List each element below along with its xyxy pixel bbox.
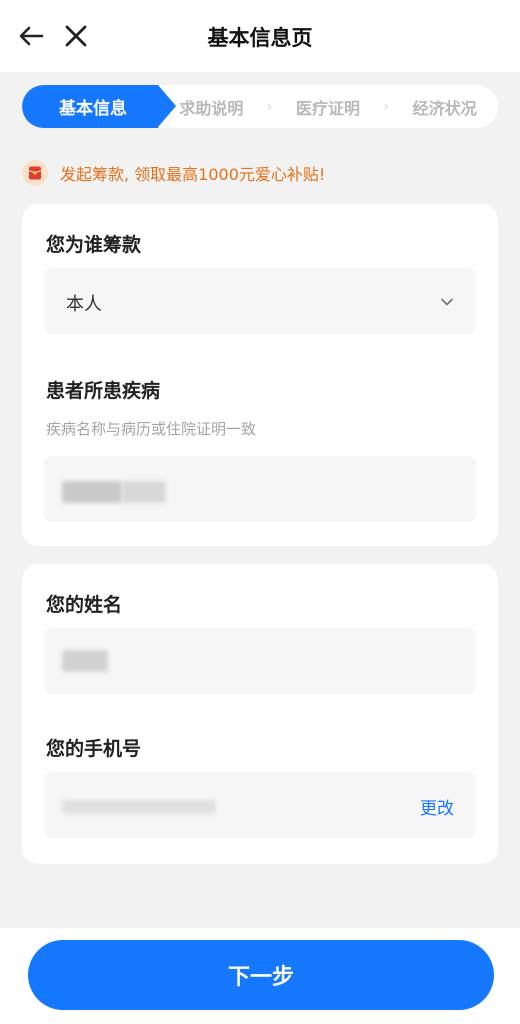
chevron-right-icon: › [266,98,273,115]
phone-label: 您的手机号 [46,738,142,760]
notice-text: 发起筹款, 领取最高1000元爱心补贴! [60,165,326,184]
chevron-down-icon [440,294,454,308]
who-value: 本人 [66,294,102,315]
page: 基本信息页 基本信息 求助说明 › 医疗证明 › 经济状况 发起筹款, 领取最高… [0,0,520,1024]
disease-label: 患者所患疾病 [46,380,161,402]
disease-hint: 疾病名称与病历或住院证明一致 [46,420,257,438]
red-envelope-icon [22,160,48,186]
step-medical-proof[interactable]: 医疗证明 [275,95,382,119]
phone-input[interactable]: 更改 [44,772,476,838]
name-redacted-text [62,650,108,672]
patient-info-card: 您为谁筹款 本人 患者所患疾病 疾病名称与病历或住院证明一致 [22,204,498,546]
name-label: 您的姓名 [46,594,123,616]
step-basic-info[interactable]: 基本信息 [22,85,176,128]
subsidy-notice: 发起筹款, 领取最高1000元爱心补贴! [22,160,325,186]
header: 基本信息页 [0,0,520,72]
disease-input[interactable] [44,456,476,522]
who-label: 您为谁筹款 [46,234,142,256]
step-financial-status[interactable]: 经济状况 [391,95,498,119]
name-input[interactable] [44,628,476,694]
who-select[interactable]: 本人 [44,268,476,334]
disease-redacted-text-2 [122,481,166,503]
change-phone-button[interactable]: 更改 [420,794,454,819]
disease-redacted-text [62,481,122,503]
page-title: 基本信息页 [207,26,313,50]
bottom-bar: 下一步 [0,928,520,1024]
chevron-right-icon: › [383,98,390,115]
step-progress: 基本信息 求助说明 › 医疗证明 › 经济状况 [22,85,498,128]
contact-info-card: 您的姓名 您的手机号 更改 [22,564,498,864]
next-step-button[interactable]: 下一步 [28,940,494,1010]
phone-redacted-text [62,800,216,814]
